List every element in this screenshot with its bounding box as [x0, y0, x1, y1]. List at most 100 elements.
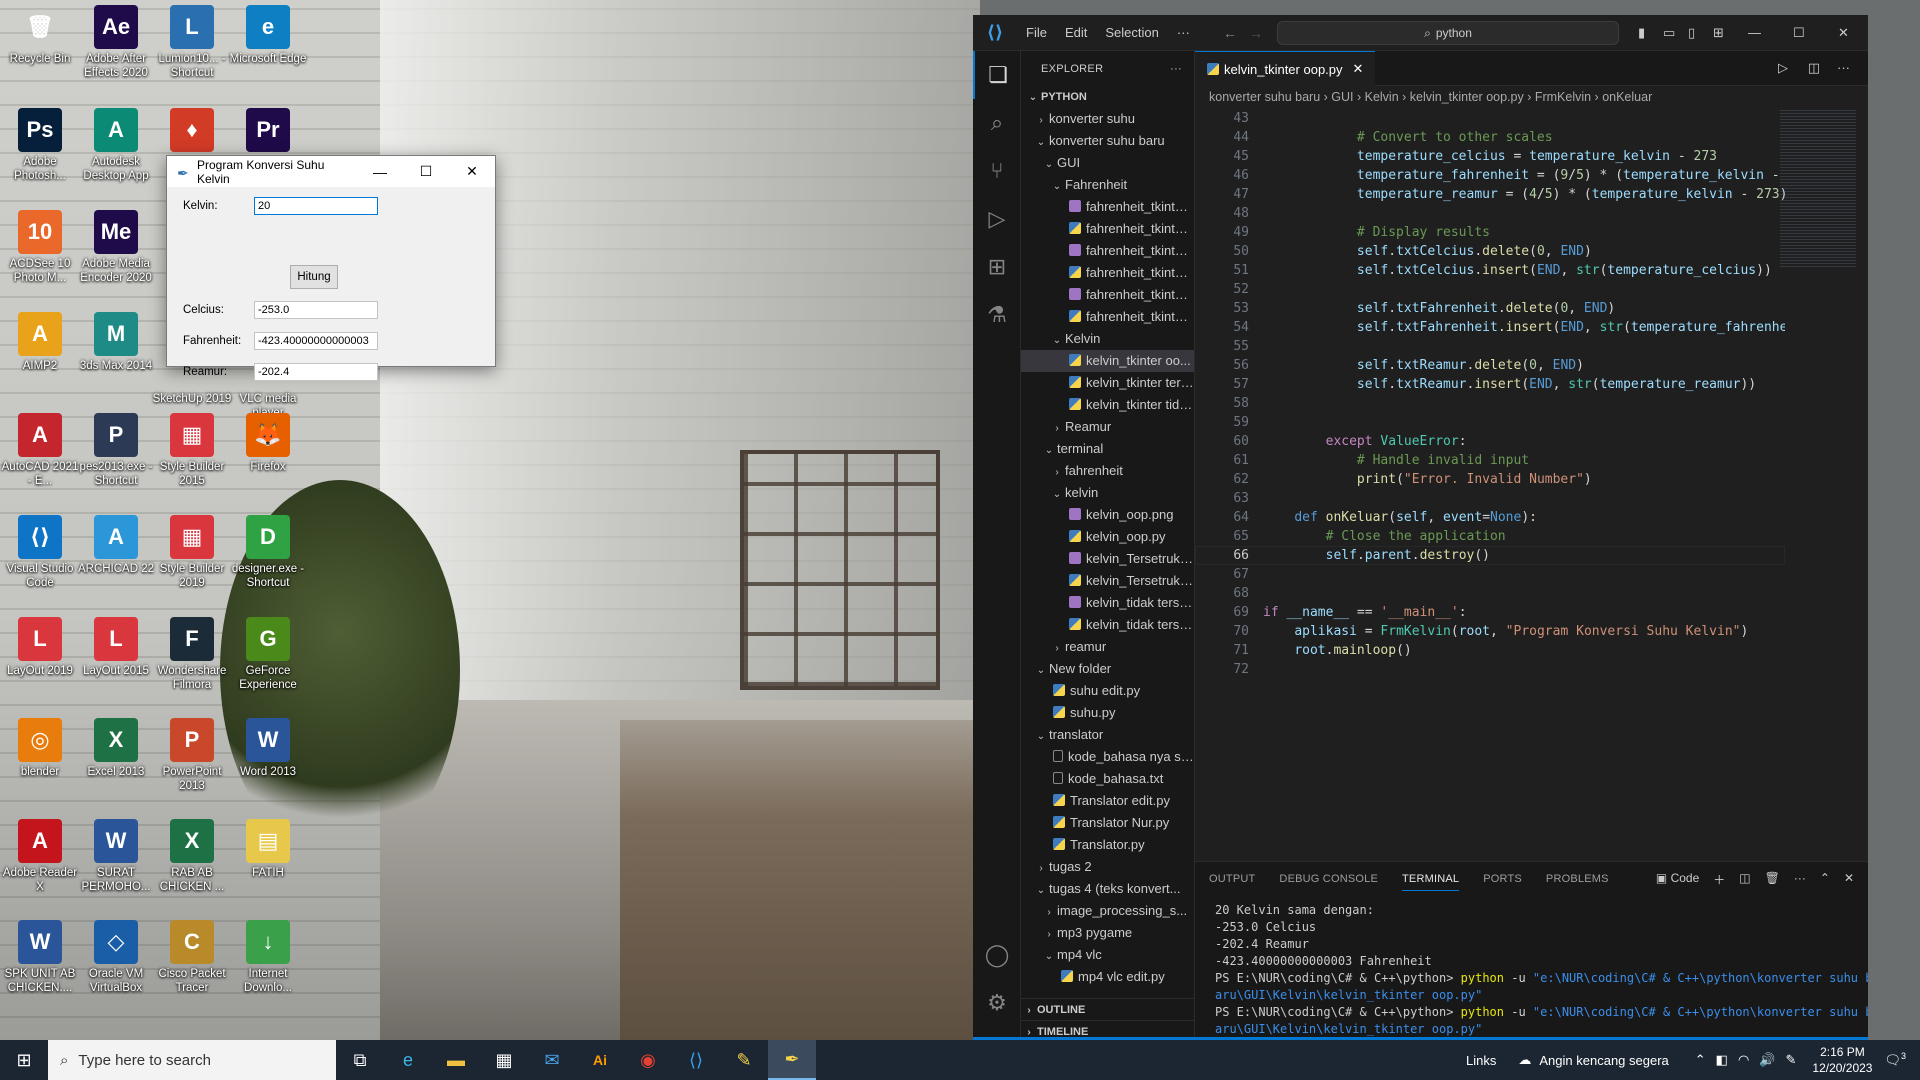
- kelvin-input[interactable]: [254, 197, 378, 215]
- tree-item[interactable]: Translator.py: [1021, 834, 1194, 856]
- hitung-button[interactable]: Hitung: [290, 265, 338, 289]
- split-editor-icon[interactable]: ◫: [1808, 60, 1820, 76]
- tk-window[interactable]: ✒ Program Konversi Suhu Kelvin — ☐ ✕ Kel…: [166, 155, 496, 381]
- close-panel-icon[interactable]: ✕: [1844, 871, 1854, 888]
- terminal-code-label[interactable]: ▣ Code: [1656, 871, 1699, 888]
- kill-terminal-icon[interactable]: 🗑: [1765, 871, 1780, 888]
- start-windows-icon[interactable]: ⊞: [0, 1040, 48, 1080]
- desktop-icon[interactable]: L LayOut 2015: [76, 617, 156, 678]
- pen-icon[interactable]: ✎: [1786, 1052, 1797, 1068]
- toggle-sidebar-icon[interactable]: ▮: [1638, 25, 1645, 41]
- tree-item[interactable]: ⌄ mp4 vlc: [1021, 944, 1194, 966]
- weather-text[interactable]: Angin kencang segera: [1539, 1053, 1668, 1068]
- desktop-icon[interactable]: ♦: [152, 108, 232, 155]
- vscode-taskbar-icon[interactable]: ⟨⟩: [672, 1040, 720, 1080]
- desktop-icon[interactable]: ◇ Oracle VM VirtualBox: [76, 920, 156, 995]
- code-line[interactable]: 61 # Handle invalid input: [1195, 451, 1785, 470]
- menu-more[interactable]: ···: [1168, 25, 1199, 40]
- toggle-secondary-icon[interactable]: ▯: [1688, 25, 1695, 41]
- tk-app-taskbar-icon[interactable]: ✒: [768, 1040, 816, 1080]
- panel-tab-ports[interactable]: PORTS: [1483, 873, 1522, 885]
- code-line[interactable]: 48: [1195, 204, 1785, 223]
- desktop-icon[interactable]: ▦ Style Builder 2019: [152, 515, 232, 590]
- mail-icon[interactable]: ✉: [528, 1040, 576, 1080]
- code-line[interactable]: 68: [1195, 584, 1785, 603]
- outline-section[interactable]: › OUTLINE: [1021, 998, 1194, 1020]
- extensions-icon[interactable]: ⊞: [973, 243, 1021, 291]
- code-line[interactable]: 50 self.txtCelcius.delete(0, END): [1195, 242, 1785, 261]
- code-line[interactable]: 52: [1195, 280, 1785, 299]
- desktop-icon[interactable]: G GeForce Experience: [228, 617, 308, 692]
- code-line[interactable]: 46 temperature_fahrenheit = (9/5) * (tem…: [1195, 166, 1785, 185]
- tree-item[interactable]: ⌄ Kelvin: [1021, 328, 1194, 350]
- tree-item[interactable]: ⌄ tugas 4 (teks konvert...: [1021, 878, 1194, 900]
- menu-edit[interactable]: Edit: [1056, 25, 1096, 40]
- store-icon[interactable]: ▦: [480, 1040, 528, 1080]
- desktop-icon[interactable]: A AIMP2: [0, 312, 80, 373]
- tree-item[interactable]: kode_bahasa.txt: [1021, 768, 1194, 790]
- celcius-output[interactable]: [254, 301, 378, 319]
- desktop-icon[interactable]: F Wondershare Filmora: [152, 617, 232, 692]
- desktop-icon[interactable]: W Word 2013: [228, 718, 308, 779]
- tree-item[interactable]: ⌄ translator: [1021, 724, 1194, 746]
- desktop-icon[interactable]: X Excel 2013: [76, 718, 156, 779]
- camera-icon[interactable]: ◧: [1716, 1052, 1728, 1068]
- desktop-icon[interactable]: 🦊 Firefox: [228, 413, 308, 474]
- tree-item[interactable]: ⌄ Fahrenheit: [1021, 174, 1194, 196]
- desktop-icon[interactable]: ▤ FATIH: [228, 819, 308, 880]
- desktop-icon[interactable]: Me Adobe Media Encoder 2020: [76, 210, 156, 285]
- split-terminal-icon[interactable]: ◫: [1739, 871, 1750, 888]
- tree-item[interactable]: kelvin_tkinter oo...: [1021, 350, 1194, 372]
- settings-gear-icon[interactable]: ⚙: [973, 979, 1021, 1027]
- notification-icon[interactable]: 🗨3: [1884, 1051, 1906, 1068]
- tree-item[interactable]: kelvin_Tersetrukt...: [1021, 548, 1194, 570]
- tab-kelvin-tkinter-oop[interactable]: kelvin_tkinter oop.py ✕: [1195, 51, 1376, 86]
- desktop-icon[interactable]: Ae Adobe After Effects 2020: [76, 5, 156, 80]
- code-line[interactable]: 67: [1195, 565, 1785, 584]
- breadcrumb[interactable]: konverter suhu baru › GUI › Kelvin › kel…: [1195, 86, 1868, 108]
- code-line[interactable]: 69 if __name__ == '__main__':: [1195, 603, 1785, 622]
- code-line[interactable]: 57 self.txtReamur.insert(END, str(temper…: [1195, 375, 1785, 394]
- panel-tab-debug-console[interactable]: DEBUG CONSOLE: [1279, 873, 1378, 885]
- desktop-icon[interactable]: ↓ Internet Downlo...: [228, 920, 308, 995]
- tree-item[interactable]: ⌄ terminal: [1021, 438, 1194, 460]
- back-arrow-icon[interactable]: ←: [1223, 25, 1237, 41]
- desktop-icon[interactable]: A Adobe Reader X: [0, 819, 80, 894]
- desktop-icon[interactable]: X RAB AB CHICKEN ...: [152, 819, 232, 894]
- forward-arrow-icon[interactable]: →: [1249, 25, 1263, 41]
- desktop-icon[interactable]: Pr: [228, 108, 308, 155]
- tree-item[interactable]: ⌄ PYTHON: [1021, 86, 1194, 108]
- file-explorer-icon[interactable]: ▬: [432, 1040, 480, 1080]
- tree-item[interactable]: › image_processing_s...: [1021, 900, 1194, 922]
- desktop-icon[interactable]: ⟨⟩ Visual Studio Code: [0, 515, 80, 590]
- panel-tab-terminal[interactable]: TERMINAL: [1402, 873, 1460, 891]
- code-line[interactable]: 43: [1195, 109, 1785, 128]
- panel-more-icon[interactable]: ···: [1794, 871, 1806, 888]
- maximize-panel-icon[interactable]: ⌃: [1820, 871, 1830, 888]
- vs-minimize-button[interactable]: —: [1748, 25, 1761, 40]
- tree-item[interactable]: Translator Nur.py: [1021, 812, 1194, 834]
- tree-item[interactable]: kelvin_Tersetrukt...: [1021, 570, 1194, 592]
- task-view-icon[interactable]: ⧉: [336, 1040, 384, 1080]
- tree-item[interactable]: › konverter suhu: [1021, 108, 1194, 130]
- vs-close-button[interactable]: ✕: [1838, 25, 1849, 41]
- tree-item[interactable]: fahrenheit_tkinter...: [1021, 218, 1194, 240]
- desktop-icon[interactable]: 10 ACDSee 10 Photo M...: [0, 210, 80, 285]
- desktop-icon[interactable]: W SPK UNIT AB CHICKEN....: [0, 920, 80, 995]
- clock[interactable]: 2:16 PM 12/20/2023: [1812, 1044, 1872, 1076]
- desktop-icon[interactable]: ◎ blender: [0, 718, 80, 779]
- tree-item[interactable]: suhu.py: [1021, 702, 1194, 724]
- code-line[interactable]: 70 aplikasi = FrmKelvin(root, "Program K…: [1195, 622, 1785, 641]
- tree-item[interactable]: kelvin_tkinter tida...: [1021, 394, 1194, 416]
- desktop-icon[interactable]: e Microsoft Edge: [228, 5, 308, 66]
- desktop-icon[interactable]: A ARCHICAD 22: [76, 515, 156, 576]
- code-line[interactable]: 72: [1195, 660, 1785, 679]
- terminal-output[interactable]: 20 Kelvin sama dengan: -253.0 Celcius -202…: [1195, 896, 1868, 1040]
- tree-item[interactable]: kelvin_oop.png: [1021, 504, 1194, 526]
- desktop-icon[interactable]: Ps Adobe Photosh...: [0, 108, 80, 183]
- explorer-icon[interactable]: ❏: [973, 51, 1021, 99]
- tk-titlebar[interactable]: ✒ Program Konversi Suhu Kelvin — ☐ ✕: [167, 156, 495, 187]
- minimize-button[interactable]: —: [357, 156, 403, 187]
- menu-selection[interactable]: Selection: [1096, 25, 1167, 40]
- taskbar-search[interactable]: ⌕ Type here to search: [48, 1040, 336, 1080]
